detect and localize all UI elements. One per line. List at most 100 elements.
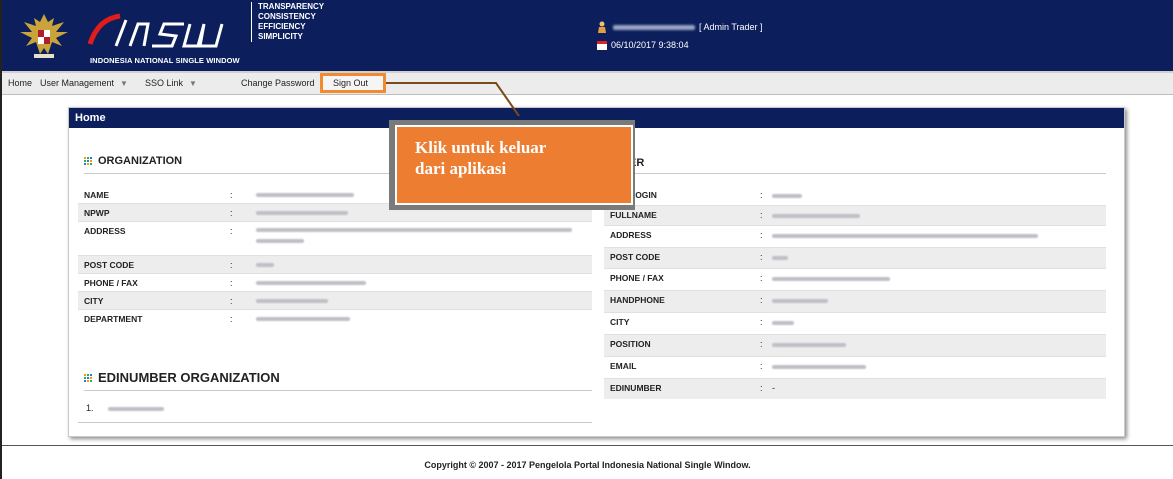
menu-change-password[interactable]: Change Password: [241, 78, 315, 88]
copyright-text: Copyright © 2007 - 2017 Pengelola Portal…: [424, 460, 751, 470]
section-grid-icon: [84, 373, 92, 382]
field-colon: :: [760, 339, 763, 349]
menu-sso-link[interactable]: SSO Link ▼: [145, 78, 197, 88]
main-menu: Home User Management ▼ SSO Link ▼ Change P…: [2, 71, 1173, 95]
field-label: POST CODE: [610, 252, 661, 262]
edinumber-title: EDINUMBER ORGANIZATION: [84, 370, 280, 385]
field-colon: :: [760, 210, 763, 220]
field-label: FULLNAME: [610, 210, 657, 220]
table-row: EDINUMBER : -: [604, 379, 1106, 399]
redacted-value: [772, 365, 866, 369]
redacted-value: [108, 407, 164, 411]
table-row: POST CODE :: [78, 256, 592, 274]
table-row: LOGIN :: [604, 186, 1106, 206]
list-index: 1.: [86, 403, 94, 413]
redacted-value: [256, 193, 354, 197]
field-colon: :: [230, 190, 233, 200]
user-table: LOGIN : FULLNAME : ADDRESS : POST CODE :…: [604, 186, 1106, 399]
field-label: NPWP: [84, 208, 110, 218]
table-row: FULLNAME :: [604, 206, 1106, 226]
user-info: [ Admin Trader ] 06/10/2017 9:38:04: [597, 20, 763, 52]
field-label: CITY: [84, 296, 104, 306]
table-row: DEPARTMENT :: [78, 310, 592, 328]
field-label: PHONE / FAX: [610, 273, 664, 283]
insw-logo-icon: [87, 13, 224, 48]
field-label: HANDPHONE: [610, 295, 665, 305]
organization-title: ORGANIZATION: [84, 155, 182, 167]
redacted-value: [256, 263, 274, 267]
callout-line: Klik untuk keluar: [415, 138, 547, 157]
user-icon: [598, 21, 606, 33]
edinumber-title-text: EDINUMBER ORGANIZATION: [98, 370, 280, 385]
divider: [78, 422, 592, 423]
table-row: POSITION :: [604, 335, 1106, 357]
tagline-line: TRANSPARENCY: [258, 2, 325, 11]
field-colon: :: [230, 226, 233, 236]
redacted-value: [256, 317, 350, 321]
username-redacted: [613, 24, 695, 30]
user-role: [ Admin Trader ]: [699, 22, 763, 32]
redacted-value: [772, 321, 794, 325]
redacted-value: [772, 277, 890, 281]
menu-user-management-label: User Management: [40, 78, 115, 88]
garuda-emblem-icon: [20, 14, 68, 58]
datetime: 06/10/2017 9:38:04: [611, 40, 689, 50]
callout-line: dari aplikasi: [415, 159, 507, 178]
field-value: -: [772, 383, 775, 393]
calendar-icon: [597, 41, 607, 50]
organization-title-text: ORGANIZATION: [98, 155, 183, 167]
table-row: PHONE / FAX :: [604, 269, 1106, 291]
redacted-value: [772, 234, 1038, 238]
table-row: CITY :: [78, 292, 592, 310]
redacted-value: [772, 299, 828, 303]
sign-out-button[interactable]: Sign Out: [320, 73, 386, 93]
redacted-value: [772, 214, 860, 218]
field-colon: :: [760, 383, 763, 393]
field-label: PHONE / FAX: [84, 278, 138, 288]
menu-sso-link-label: SSO Link: [145, 78, 184, 88]
field-label: CITY: [610, 317, 630, 327]
tagline-line: EFFICIENCY: [258, 22, 306, 31]
field-colon: :: [760, 190, 763, 200]
table-row: ADDRESS :: [78, 222, 592, 256]
divider: [84, 390, 592, 391]
app-header: INDONESIA NATIONAL SINGLE WINDOW TRANSPA…: [2, 0, 1173, 71]
logo-subtitle: INDONESIA NATIONAL SINGLE WINDOW: [90, 56, 240, 65]
field-label: EDINUMBER: [610, 383, 662, 393]
redacted-value: [772, 194, 802, 198]
sign-out-callout: Klik untuk keluar dari aplikasi: [395, 125, 633, 205]
table-row: PHONE / FAX :: [78, 274, 592, 292]
field-label: ADDRESS: [84, 226, 126, 236]
field-label: POST CODE: [84, 260, 135, 270]
field-colon: :: [760, 361, 763, 371]
footer: Copyright © 2007 - 2017 Pengelola Portal…: [2, 445, 1173, 479]
table-row: EMAIL :: [604, 357, 1106, 379]
tagline: TRANSPARENCY CONSISTENCY EFFICIENCY SIMP…: [251, 2, 324, 42]
field-colon: :: [760, 317, 763, 327]
redacted-value: [256, 299, 328, 303]
table-row: HANDPHONE :: [604, 291, 1106, 313]
table-row: ADDRESS :: [604, 226, 1106, 248]
menu-home[interactable]: Home: [8, 78, 32, 88]
tagline-line: SIMPLICITY: [258, 32, 303, 41]
table-row: POST CODE :: [604, 248, 1106, 269]
divider: [604, 173, 1106, 174]
field-label: DEPARTMENT: [84, 314, 143, 324]
field-label: POSITION: [610, 339, 651, 349]
field-colon: :: [760, 295, 763, 305]
redacted-value: [256, 239, 304, 243]
field-colon: :: [760, 252, 763, 262]
chevron-down-icon: ▼: [189, 79, 197, 88]
redacted-value: [256, 228, 572, 232]
redacted-value: [772, 343, 846, 347]
field-colon: :: [230, 314, 233, 324]
field-label: EMAIL: [610, 361, 637, 371]
redacted-value: [256, 281, 366, 285]
field-label: ADDRESS: [610, 230, 652, 240]
field-colon: :: [760, 230, 763, 240]
redacted-value: [256, 211, 348, 215]
sign-out-label: Sign Out: [333, 78, 369, 88]
menu-user-management[interactable]: User Management ▼: [40, 78, 128, 88]
section-grid-icon: [84, 157, 92, 165]
field-colon: :: [230, 260, 233, 270]
